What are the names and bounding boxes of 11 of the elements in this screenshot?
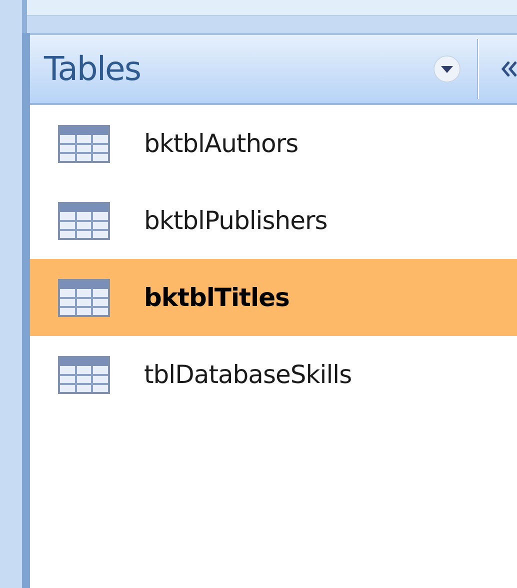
collapse-icon[interactable] [501,59,517,79]
table-list-item[interactable]: bktblAuthors [30,105,517,182]
pane-title: Tables [44,48,142,90]
table-list-item[interactable]: bktblTitles [30,259,517,336]
table-icon [58,356,110,394]
table-list-item[interactable]: bktblPublishers [30,182,517,259]
table-icon [58,278,110,316]
table-icon [58,124,110,162]
dropdown-icon[interactable] [433,55,461,83]
table-list-item[interactable]: tblDatabaseSkills [30,336,517,413]
table-icon [58,202,110,240]
